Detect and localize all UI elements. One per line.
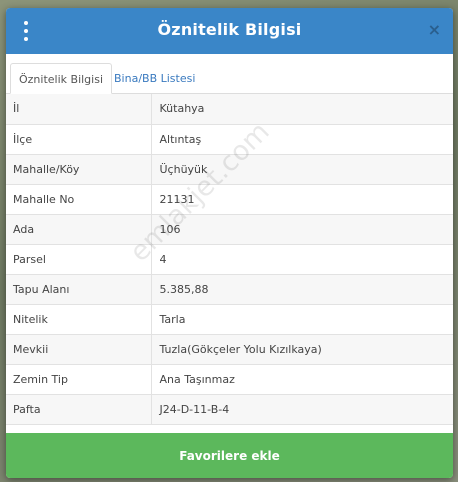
attribute-value: J24-D-11-B-4 xyxy=(151,394,453,425)
tab-bar: Öznitelik Bilgisi Bina/BB Listesi xyxy=(6,54,453,94)
attribute-key: İl xyxy=(6,94,152,125)
attribute-key: Mevkii xyxy=(6,334,152,365)
table-row: Zemin Tip Ana Taşınmaz xyxy=(6,364,453,395)
attribute-key: Ada xyxy=(6,214,152,245)
table-row: Ada 106 xyxy=(6,214,453,245)
attribute-key: Tapu Alanı xyxy=(6,274,152,305)
attribute-value: Tuzla(Gökçeler Yolu Kızılkaya) xyxy=(151,334,453,365)
attribute-value: Tarla xyxy=(151,304,453,335)
attribute-key: İlçe xyxy=(6,124,152,155)
table-row: Mahalle No 21131 xyxy=(6,184,453,215)
table-row: İl Kütahya xyxy=(6,94,453,125)
attribute-info-dialog: Öznitelik Bilgisi × Öznitelik Bilgisi Bi… xyxy=(6,8,453,478)
attribute-key: Mahalle/Köy xyxy=(6,154,152,185)
table-row: Nitelik Tarla xyxy=(6,304,453,335)
attribute-value: Ana Taşınmaz xyxy=(151,364,453,395)
tab-building-list[interactable]: Bina/BB Listesi xyxy=(106,64,203,93)
attribute-key: Zemin Tip xyxy=(6,364,152,395)
tab-attribute-info[interactable]: Öznitelik Bilgisi xyxy=(10,63,113,94)
attribute-value: 5.385,88 xyxy=(151,274,453,305)
attribute-key: Parsel xyxy=(6,244,152,275)
attribute-value: 4 xyxy=(151,244,453,275)
dialog-title: Öznitelik Bilgisi xyxy=(157,20,302,39)
table-row: Tapu Alanı 5.385,88 xyxy=(6,274,453,305)
attribute-value: Altıntaş xyxy=(151,124,453,155)
table-row: Parsel 4 xyxy=(6,244,453,275)
attribute-value: Üçhüyük xyxy=(151,154,453,185)
attribute-value: 21131 xyxy=(151,184,453,215)
close-icon[interactable]: × xyxy=(428,21,441,39)
table-row: İlçe Altıntaş xyxy=(6,124,453,155)
attribute-value: 106 xyxy=(151,214,453,245)
attribute-key: Mahalle No xyxy=(6,184,152,215)
attribute-table: İl Kütahya İlçe Altıntaş Mahalle/Köy Üçhüyük M… xyxy=(6,94,453,425)
table-row: Mahalle/Köy Üçhüyük xyxy=(6,154,453,185)
add-to-favorites-button[interactable]: Favorilere ekle xyxy=(6,433,453,478)
dialog-header: Öznitelik Bilgisi × xyxy=(6,8,453,54)
attribute-key: Nitelik xyxy=(6,304,152,335)
attribute-value: Kütahya xyxy=(151,94,453,125)
table-row: Pafta J24-D-11-B-4 xyxy=(6,394,453,425)
attribute-key: Pafta xyxy=(6,394,152,425)
table-row: Mevkii Tuzla(Gökçeler Yolu Kızılkaya) xyxy=(6,334,453,365)
